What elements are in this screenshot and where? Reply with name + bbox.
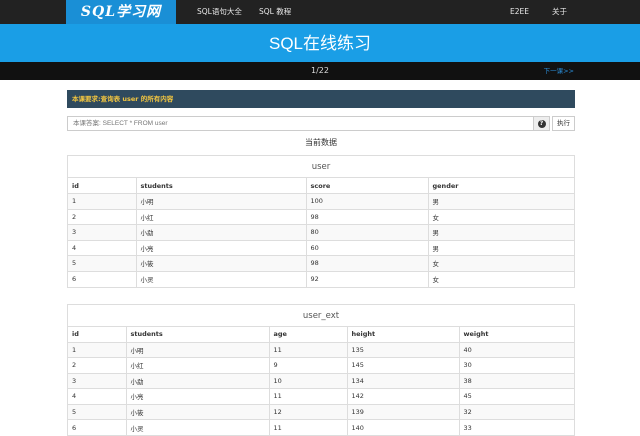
table-cell: 100 bbox=[306, 193, 429, 209]
table-cell: 女 bbox=[428, 208, 574, 225]
nav-link-sql-tutorial[interactable]: SQL 教程 bbox=[259, 0, 291, 24]
table-cell: 2 bbox=[68, 208, 137, 225]
table-cell: 3 bbox=[68, 372, 127, 389]
table-row: 2 小红 9 145 30 bbox=[68, 357, 574, 373]
table-cell: 45 bbox=[459, 388, 574, 404]
table-cell: 小勐 bbox=[126, 372, 270, 389]
table-row: 6 小灵 11 140 33 bbox=[68, 419, 574, 435]
table-cell: 145 bbox=[347, 357, 460, 373]
top-navbar: SQL学习网 SQL语句大全 SQL 教程 E2EE 关于 bbox=[0, 0, 640, 24]
table-user-ext: user_ext id students age height weight 1 小明 11… bbox=[67, 303, 575, 436]
table-cell: 小筱 bbox=[136, 255, 307, 271]
table-cell: 135 bbox=[347, 341, 460, 358]
table-cell: 11 bbox=[269, 388, 348, 404]
table-cell: 4 bbox=[68, 239, 137, 256]
table-cell: 12 bbox=[269, 403, 348, 420]
table-cell: 140 bbox=[347, 419, 460, 435]
table-cell: 小灵 bbox=[126, 419, 270, 435]
table-cell: 11 bbox=[269, 419, 348, 435]
table-caption: user_ext bbox=[68, 305, 574, 327]
table-cell: 92 bbox=[306, 270, 429, 287]
table-cell: 5 bbox=[68, 403, 127, 420]
table-cell: 30 bbox=[459, 357, 574, 373]
sql-query-input[interactable] bbox=[67, 116, 533, 131]
help-button[interactable]: ? bbox=[533, 116, 550, 131]
table-cell: 6 bbox=[68, 270, 137, 287]
table-cell: 32 bbox=[459, 403, 574, 420]
page-title: SQL在线练习 bbox=[268, 34, 372, 53]
table-row: 1 小明 100 男 bbox=[68, 193, 574, 209]
table-row: 5 小筱 12 139 32 bbox=[68, 403, 574, 420]
table-cell: 60 bbox=[306, 239, 429, 256]
table-cell: 女 bbox=[428, 270, 574, 287]
table-cell: 小红 bbox=[126, 357, 270, 373]
lesson-requirement: 本课要求:查询表 user 的所有内容 bbox=[67, 90, 575, 108]
table-cell: 38 bbox=[459, 372, 574, 389]
table-cell: 1 bbox=[68, 341, 127, 358]
query-row: ? 执行 bbox=[67, 116, 575, 131]
lesson-pager: 1/22 下一课>> bbox=[0, 62, 640, 80]
column-header: id bbox=[68, 326, 127, 342]
table-cell: 98 bbox=[306, 255, 429, 271]
table-row: 4 小亮 60 男 bbox=[68, 239, 574, 256]
nav-link-about[interactable]: 关于 bbox=[552, 0, 567, 24]
column-header: gender bbox=[432, 181, 459, 190]
table-cell: 小明 bbox=[136, 193, 307, 209]
table-row: 2 小红 98 女 bbox=[68, 208, 574, 225]
table-cell: 小明 bbox=[126, 341, 270, 358]
table-cell: 142 bbox=[347, 388, 460, 404]
table-row: 5 小筱 98 女 bbox=[68, 255, 574, 271]
table-cell: 9 bbox=[269, 357, 348, 373]
next-lesson-link[interactable]: 下一课>> bbox=[544, 62, 574, 80]
column-header: score bbox=[306, 178, 429, 194]
table-cell: 男 bbox=[428, 224, 574, 240]
table-cell: 小筱 bbox=[126, 403, 270, 420]
table-row: 3 小勐 10 134 38 bbox=[68, 372, 574, 389]
table-user: user id students score gender 1 小明 100 男 2 小红 98 女… bbox=[67, 155, 575, 288]
table-cell: 98 bbox=[306, 208, 429, 225]
column-header: id bbox=[68, 178, 137, 194]
nav-link-sql-statements[interactable]: SQL语句大全 bbox=[197, 0, 242, 24]
table-row: 4 小亮 11 142 45 bbox=[68, 388, 574, 404]
table-cell: 40 bbox=[459, 341, 574, 358]
column-header: students bbox=[136, 178, 307, 194]
table-cell: 小亮 bbox=[136, 239, 307, 256]
table-row: 1 小明 11 135 40 bbox=[68, 341, 574, 358]
column-header: height bbox=[347, 326, 460, 342]
table-cell: 5 bbox=[68, 255, 137, 271]
table-header-row: id students age height weight bbox=[68, 326, 574, 342]
question-icon: ? bbox=[537, 119, 546, 128]
table-cell: 33 bbox=[459, 419, 574, 435]
table-cell: 小红 bbox=[136, 208, 307, 225]
table-cell: 小灵 bbox=[136, 270, 307, 287]
table-cell: 3 bbox=[68, 224, 137, 240]
main-content: 本课要求:查询表 user 的所有内容 ? 执行 当前数据 user idstu… bbox=[67, 90, 575, 436]
table-cell: 4 bbox=[68, 388, 127, 404]
table-row: 3 小勐 80 男 bbox=[68, 224, 574, 240]
table-cell: 2 bbox=[68, 357, 127, 373]
run-button[interactable]: 执行 bbox=[552, 116, 575, 131]
column-header: students bbox=[126, 326, 270, 342]
table-cell: 1 bbox=[68, 193, 137, 209]
table-caption: user bbox=[68, 156, 574, 178]
table-cell: 11 bbox=[269, 341, 348, 358]
table-cell: 6 bbox=[68, 419, 127, 435]
column-header: age bbox=[269, 326, 348, 342]
site-logo[interactable]: SQL学习网 bbox=[66, 0, 176, 24]
table-cell: 10 bbox=[269, 372, 348, 389]
table-cell: 80 bbox=[306, 224, 429, 240]
table-cell: 女 bbox=[428, 255, 574, 271]
table-cell: 小亮 bbox=[126, 388, 270, 404]
table-cell: 男 bbox=[428, 193, 574, 209]
table-cell: 男 bbox=[428, 239, 574, 256]
nav-link-e2ee[interactable]: E2EE bbox=[510, 0, 529, 24]
current-data-heading: 当前数据 bbox=[305, 138, 337, 147]
column-header: weight bbox=[463, 330, 489, 338]
table-cell: 134 bbox=[347, 372, 460, 389]
table-cell: 139 bbox=[347, 403, 460, 420]
table-cell: 小勐 bbox=[136, 224, 307, 240]
table-header-row: id students score gender bbox=[68, 178, 574, 194]
table-row: 6 小灵 92 女 bbox=[68, 270, 574, 287]
page-banner: SQL在线练习 bbox=[0, 24, 640, 62]
